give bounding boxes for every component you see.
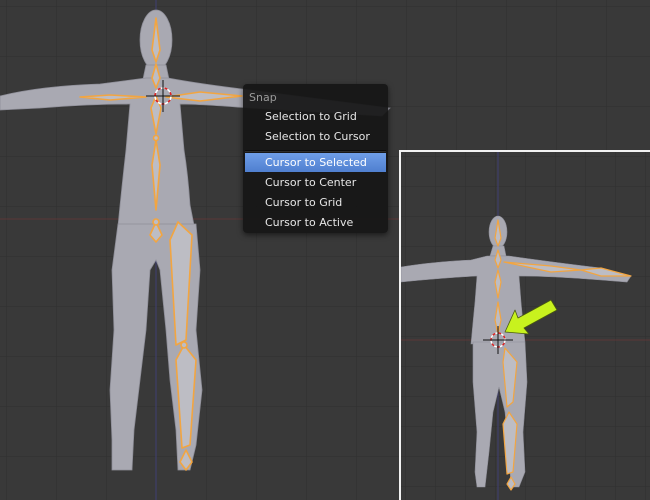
menu-item-cursor-to-center[interactable]: Cursor to Center xyxy=(245,173,386,192)
snap-menu: Snap Selection to Grid Selection to Curs… xyxy=(243,84,388,233)
menu-item-selection-to-grid[interactable]: Selection to Grid xyxy=(245,107,386,126)
menu-separator xyxy=(245,150,386,152)
inset-canvas xyxy=(401,152,650,500)
snap-menu-title: Snap xyxy=(249,91,277,104)
menu-item-cursor-to-active[interactable]: Cursor to Active xyxy=(245,213,386,232)
menu-item-cursor-to-grid[interactable]: Cursor to Grid xyxy=(245,193,386,212)
menu-item-selection-to-cursor[interactable]: Selection to Cursor xyxy=(245,127,386,146)
menu-item-cursor-to-selected[interactable]: Cursor to Selected xyxy=(245,153,386,172)
inset-viewport xyxy=(399,150,650,500)
